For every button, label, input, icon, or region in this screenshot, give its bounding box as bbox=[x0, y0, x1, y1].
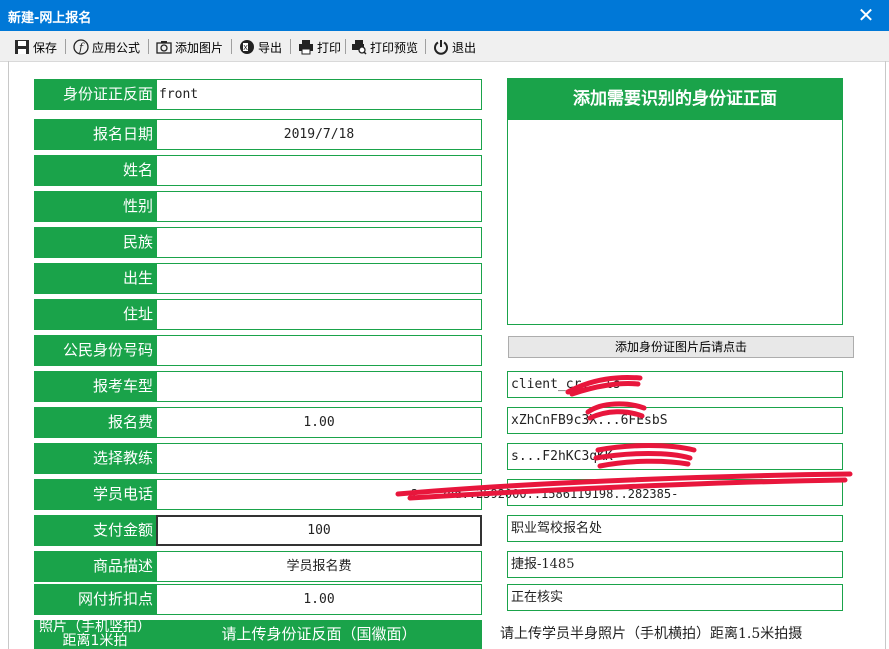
toolbar-separator bbox=[148, 39, 149, 54]
printer-icon bbox=[297, 38, 315, 56]
toolbar-separator bbox=[231, 39, 232, 54]
camera-icon bbox=[155, 38, 173, 56]
print-button[interactable]: 打印 bbox=[297, 37, 341, 57]
label-register-date: 报名日期 bbox=[34, 119, 156, 150]
add-image-button[interactable]: 添加图片 bbox=[155, 37, 223, 57]
label-address: 住址 bbox=[34, 299, 156, 330]
toolbar: 保存 f 应用公式 添加图片 X 导出 打印 打印预览 退出 bbox=[0, 31, 889, 62]
label-vehicle-type: 报考车型 bbox=[34, 371, 156, 402]
toolbar-separator bbox=[65, 39, 66, 54]
product-desc-field[interactable]: 学员报名费 bbox=[156, 551, 482, 582]
school-office-field[interactable]: 职业驾校报名处 bbox=[507, 515, 843, 542]
svg-text:f: f bbox=[78, 41, 85, 54]
apply-formula-label: 应用公式 bbox=[92, 40, 141, 55]
exit-button[interactable]: 退出 bbox=[432, 37, 476, 57]
panel-edge-left bbox=[8, 61, 9, 649]
toolbar-separator bbox=[345, 39, 346, 54]
payment-amount-field[interactable]: 100 bbox=[156, 515, 482, 546]
save-label: 保存 bbox=[33, 40, 58, 55]
photo-box-title: 添加需要识别的身份证正面 bbox=[508, 79, 842, 120]
label-ethnicity: 民族 bbox=[34, 227, 156, 258]
power-icon bbox=[432, 38, 450, 56]
agent-code-field[interactable]: 捷报-1485 bbox=[507, 551, 843, 578]
label-discount: 网付折扣点 bbox=[34, 584, 156, 615]
save-button[interactable]: 保存 bbox=[13, 37, 57, 57]
extra-token-field[interactable] bbox=[507, 479, 843, 506]
print-label: 打印 bbox=[317, 40, 342, 55]
register-date-field[interactable]: 2019/7/18 bbox=[156, 119, 482, 150]
export-label: 导出 bbox=[258, 40, 283, 55]
registration-fee-field[interactable]: 1.00 bbox=[156, 407, 482, 438]
label-photo: 照片（手机竖拍）距离1米拍 bbox=[34, 620, 156, 649]
upload-student-photo-label[interactable]: 请上传学员半身照片（手机横拍）距离1.5米拍摄 bbox=[500, 622, 860, 649]
print-preview-button[interactable]: 打印预览 bbox=[350, 37, 418, 57]
token-field[interactable]: s...F2hKC3qKK bbox=[507, 443, 843, 470]
print-preview-icon bbox=[350, 38, 368, 56]
label-birth: 出生 bbox=[34, 263, 156, 294]
panel-edge-right bbox=[885, 61, 886, 649]
gender-field[interactable] bbox=[156, 191, 482, 222]
name-field[interactable] bbox=[156, 155, 482, 186]
label-product-desc: 商品描述 bbox=[34, 551, 156, 582]
label-student-phone: 学员电话 bbox=[34, 479, 156, 510]
id-side-field[interactable]: front bbox=[156, 79, 482, 110]
export-icon: X bbox=[238, 38, 256, 56]
label-name: 姓名 bbox=[34, 155, 156, 186]
formula-icon: f bbox=[72, 38, 90, 56]
close-icon[interactable]: ✕ bbox=[851, 3, 881, 27]
label-registration-fee: 报名费 bbox=[34, 407, 156, 438]
vehicle-type-field[interactable] bbox=[156, 371, 482, 402]
toolbar-separator bbox=[425, 39, 426, 54]
address-field[interactable] bbox=[156, 299, 482, 330]
label-gender: 性别 bbox=[34, 191, 156, 222]
label-payment-amount: 支付金额 bbox=[34, 515, 156, 546]
status-field[interactable]: 正在核实 bbox=[507, 584, 843, 611]
client-credentials-field[interactable]: client_cr...ls bbox=[507, 371, 843, 398]
apply-formula-button[interactable]: f 应用公式 bbox=[72, 37, 140, 57]
discount-field[interactable]: 1.00 bbox=[156, 584, 482, 615]
upload-id-back-button[interactable]: 请上传身份证反面（国徽面） bbox=[156, 620, 482, 649]
label-id-side: 身份证正反面 bbox=[34, 79, 156, 110]
coach-field[interactable] bbox=[156, 443, 482, 474]
title-bar: 新建-网上报名 ✕ bbox=[0, 0, 889, 31]
save-icon bbox=[13, 38, 31, 56]
student-phone-field[interactable]: 2...2bd..2592000..1586119198..282385- bbox=[156, 479, 678, 510]
toolbar-separator bbox=[290, 39, 291, 54]
id-number-field[interactable] bbox=[156, 335, 482, 366]
secret-key-field[interactable]: xZhCnFB9c3X...6FEsbS bbox=[507, 407, 843, 434]
birth-field[interactable] bbox=[156, 263, 482, 294]
add-image-label: 添加图片 bbox=[175, 40, 224, 55]
label-id-number: 公民身份号码 bbox=[34, 335, 156, 366]
id-photo-dropzone[interactable]: 添加需要识别的身份证正面 bbox=[507, 78, 843, 325]
label-coach: 选择教练 bbox=[34, 443, 156, 474]
svg-text:X: X bbox=[243, 44, 248, 52]
window-title: 新建-网上报名 bbox=[8, 11, 92, 26]
print-preview-label: 打印预览 bbox=[370, 40, 419, 55]
ethnicity-field[interactable] bbox=[156, 227, 482, 258]
export-button[interactable]: X 导出 bbox=[238, 37, 282, 57]
recognize-id-button[interactable]: 添加身份证图片后请点击 bbox=[508, 336, 854, 358]
exit-label: 退出 bbox=[452, 40, 477, 55]
